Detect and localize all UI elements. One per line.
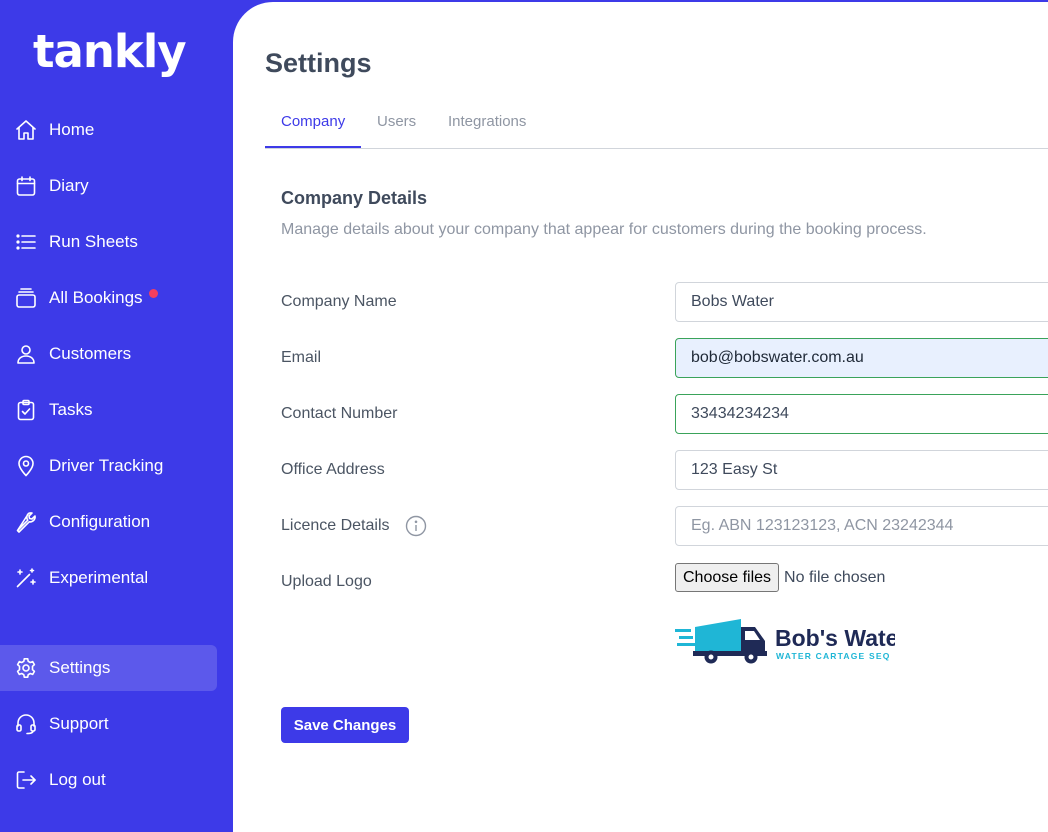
list-icon xyxy=(14,230,38,254)
sidebar-item-label: Support xyxy=(49,714,109,733)
sidebar-item-label: Tasks xyxy=(49,400,93,419)
speed-lines xyxy=(675,629,695,646)
contact-number-label: Contact Number xyxy=(281,405,398,422)
licence-details-input[interactable] xyxy=(675,506,1048,546)
office-address-label: Office Address xyxy=(281,461,385,478)
sidebar-item-label: Log out xyxy=(49,770,106,789)
sidebar-item-home[interactable]: Home xyxy=(0,107,217,153)
sidebar-item-label: Configuration xyxy=(49,512,151,531)
headset-icon xyxy=(14,712,38,736)
file-status: No file chosen xyxy=(784,568,886,586)
sidebar-item-configuration[interactable]: Configuration xyxy=(0,499,217,545)
company-logo-name: Bob's Water xyxy=(775,625,895,651)
home-icon xyxy=(14,118,38,142)
sidebar-item-label: Settings xyxy=(49,658,111,677)
sidebar-item-experimental[interactable]: Experimental xyxy=(0,555,217,601)
company-logo-preview: Bob's Water WATER CARTAGE SEQ xyxy=(675,619,895,664)
sidebar-item-support[interactable]: Support xyxy=(0,701,217,747)
sidebar-item-customers[interactable]: Customers xyxy=(0,331,217,377)
licence-details-label: Licence Details xyxy=(281,517,390,534)
settings-tabs: Company Users Integrations xyxy=(265,102,1048,149)
sidebar-item-label: All Bookings xyxy=(49,288,143,307)
sidebar-item-all-bookings[interactable]: All Bookings xyxy=(0,275,217,321)
user-icon xyxy=(14,342,38,366)
sidebar-item-label: Customers xyxy=(49,344,132,363)
upload-logo-label: Upload Logo xyxy=(281,573,372,590)
choose-files-button[interactable]: Choose files xyxy=(675,563,780,592)
gear-icon xyxy=(14,656,38,680)
sidebar-item-diary[interactable]: Diary xyxy=(0,163,217,209)
save-changes-button[interactable]: Save Changes xyxy=(281,707,409,743)
map-pin-icon xyxy=(14,454,38,478)
licence-details-label-row: Licence Details xyxy=(281,515,427,537)
sidebar: tankly Home Diary Run Sheets All Booking… xyxy=(0,0,233,820)
company-name-label: Company Name xyxy=(281,293,397,310)
sidebar-item-settings[interactable]: Settings xyxy=(0,645,217,691)
email-label: Email xyxy=(281,349,322,366)
tab-users[interactable]: Users xyxy=(361,102,432,148)
tab-company[interactable]: Company xyxy=(265,102,362,148)
sidebar-item-tasks[interactable]: Tasks xyxy=(0,387,217,433)
calendar-icon xyxy=(14,174,38,198)
stack-icon xyxy=(14,286,38,310)
sidebar-item-label: Experimental xyxy=(49,568,149,587)
magic-wand-icon xyxy=(14,566,38,590)
info-icon[interactable] xyxy=(405,515,427,537)
office-address-input[interactable] xyxy=(675,450,1048,490)
sidebar-item-label: Run Sheets xyxy=(49,232,138,251)
section-description: Manage details about your company that a… xyxy=(281,221,927,238)
sidebar-item-label: Home xyxy=(49,120,95,139)
logout-icon xyxy=(14,768,38,792)
main-panel: Settings Company Users Integrations Comp… xyxy=(233,2,1048,832)
company-logo-tagline: WATER CARTAGE SEQ xyxy=(776,651,891,661)
file-upload: Choose files No file chosen xyxy=(675,563,885,592)
contact-number-input[interactable] xyxy=(675,394,1048,434)
wrench-icon xyxy=(14,510,38,534)
section-title: Company Details xyxy=(281,188,428,208)
app-logo[interactable]: tankly xyxy=(33,22,187,82)
sidebar-item-driver-tracking[interactable]: Driver Tracking xyxy=(0,443,217,489)
page-title: Settings xyxy=(265,48,372,78)
sidebar-item-log-out[interactable]: Log out xyxy=(0,757,217,803)
email-input[interactable] xyxy=(675,338,1048,378)
sidebar-item-run-sheets[interactable]: Run Sheets xyxy=(0,219,217,265)
truck-icon xyxy=(693,619,767,664)
clipboard-check-icon xyxy=(14,398,38,422)
company-name-input[interactable] xyxy=(675,282,1048,322)
sidebar-item-label: Driver Tracking xyxy=(49,456,164,475)
tab-integrations[interactable]: Integrations xyxy=(432,102,542,148)
sidebar-item-label: Diary xyxy=(49,176,89,195)
notification-dot xyxy=(148,288,158,298)
